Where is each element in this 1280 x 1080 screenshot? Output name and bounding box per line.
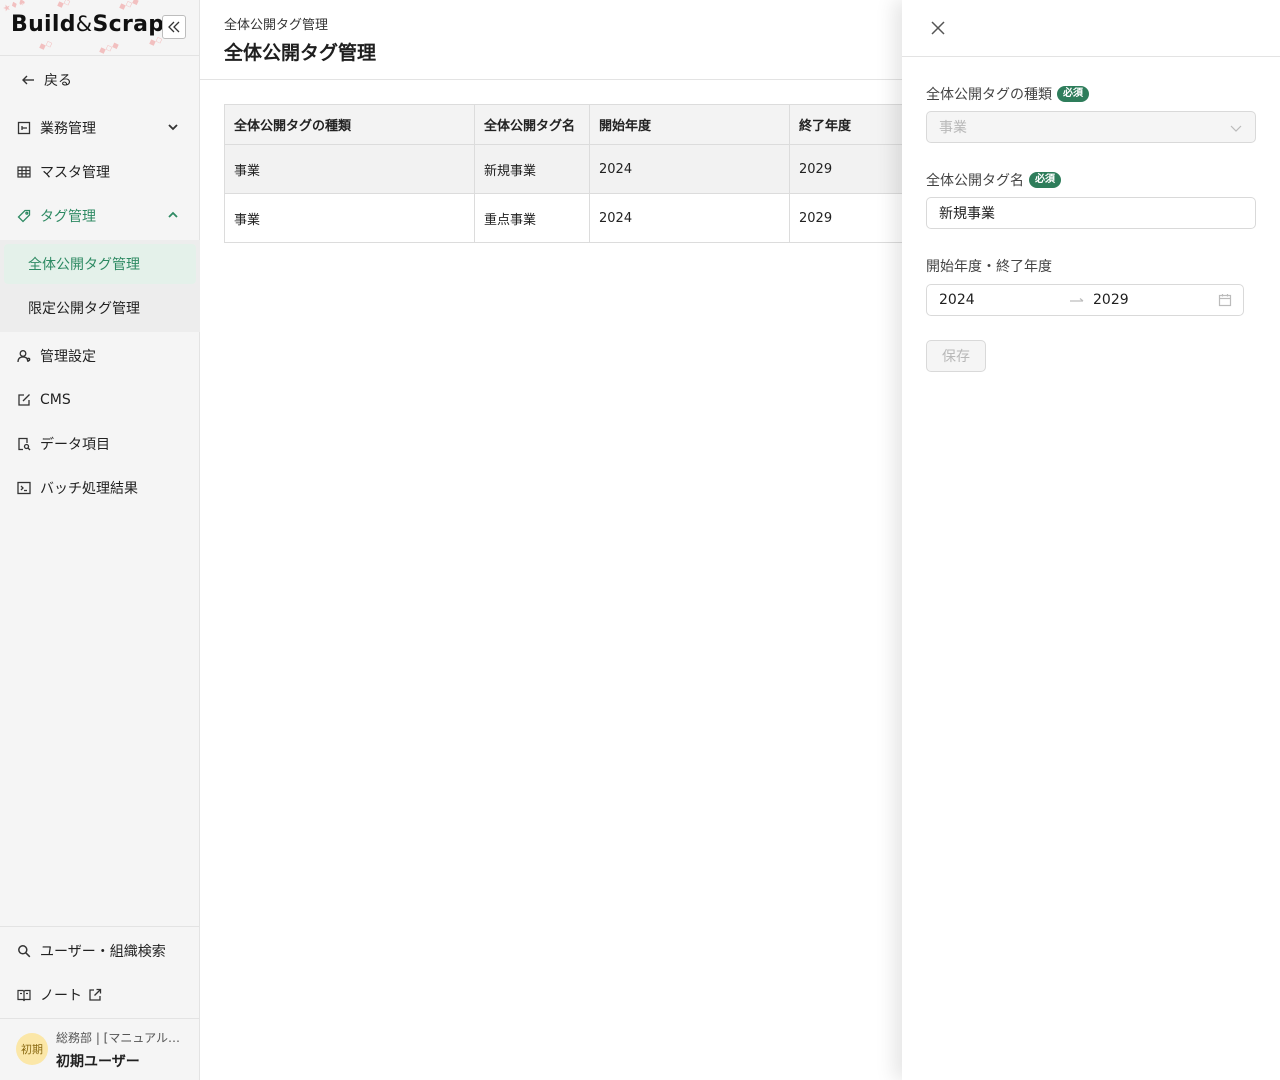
table-cell: 新規事業 (474, 144, 590, 194)
sidebar-collapse-button[interactable] (162, 15, 186, 39)
field-label-text: 開始年度・終了年度 (926, 259, 1052, 275)
sidebar-item-user-search[interactable]: ユーザー・組織検索 (0, 929, 200, 973)
close-icon (931, 21, 945, 35)
avatar: 初期 (16, 1033, 48, 1065)
user-profile[interactable]: 初期 総務部 | [マニュアル用] 初期ユーザー (0, 1019, 200, 1080)
save-button[interactable]: 保存 (926, 340, 986, 372)
chevron-down-icon (166, 120, 180, 134)
sub-item-label: 限定公開タグ管理 (28, 301, 140, 317)
column-header-end-year[interactable]: 終了年度 (789, 104, 910, 145)
sidebar-item-public-tags[interactable]: 全体公開タグ管理 (4, 244, 196, 284)
drawer-header (902, 0, 1280, 57)
sidebar-divider (0, 926, 200, 927)
back-label: 戻る (44, 73, 72, 89)
logo-area: ★♦♠ ◆◇ ◆◇◆ ◆◇ ◆◇◆ ◆◇ Build&Scrap (0, 0, 199, 56)
sidebar-item-label: 管理設定 (40, 349, 96, 365)
required-badge: 必須 (1029, 172, 1061, 188)
column-header-start-year[interactable]: 開始年度 (589, 104, 790, 145)
clipboard-icon (16, 120, 32, 136)
end-year-input[interactable]: 2029 (1093, 292, 1129, 308)
table-cell: 事業 (224, 193, 475, 243)
table-cell: 2029 (789, 144, 910, 194)
sidebar-item-limited-tags[interactable]: 限定公開タグ管理 (4, 288, 196, 328)
table-cell: 2029 (789, 193, 910, 243)
edit-tag-drawer: 全体公開タグの種類 必須 事業 全体公開タグ名 必須 新規事業 開始年度・終了年… (902, 0, 1280, 1080)
tag-name-label: 全体公開タグ名 必須 (926, 170, 1061, 190)
sidebar-item-label: バッチ処理結果 (40, 481, 138, 497)
arrow-right-icon (1069, 294, 1085, 306)
table-row[interactable]: 事業 重点事業 2024 2029 (224, 193, 910, 243)
sidebar-item-admin-settings[interactable]: 管理設定 (0, 334, 200, 378)
column-header-tag-type[interactable]: 全体公開タグの種類 (224, 104, 475, 145)
field-label-text: 全体公開タグ名 (926, 173, 1024, 189)
table-icon (16, 164, 32, 180)
user-cog-icon (16, 348, 32, 364)
year-range-picker[interactable]: 2024 2029 (926, 284, 1244, 316)
table-cell: 2024 (589, 144, 790, 194)
user-name: 初期ユーザー (56, 1054, 140, 1070)
column-header-tag-name[interactable]: 全体公開タグ名 (474, 104, 590, 145)
arrow-left-icon (20, 72, 36, 88)
sidebar-item-label: データ項目 (40, 437, 110, 453)
sidebar-item-note[interactable]: ノート (0, 973, 200, 1017)
calendar-icon (1218, 293, 1232, 307)
tag-type-select[interactable]: 事業 (926, 111, 1256, 143)
select-value: 事業 (939, 120, 967, 136)
back-link[interactable]: 戻る (0, 58, 200, 102)
chevron-up-icon (166, 208, 180, 222)
tag-icon (16, 208, 32, 224)
breadcrumb[interactable]: 全体公開タグ管理 (224, 14, 328, 33)
terminal-icon (16, 480, 32, 496)
tag-name-input[interactable]: 新規事業 (926, 197, 1256, 229)
close-button[interactable] (928, 18, 948, 38)
sidebar-item-data-fields[interactable]: データ項目 (0, 422, 200, 466)
chevron-down-icon (1229, 121, 1243, 135)
sidebar-item-label: マスタ管理 (40, 165, 110, 181)
table-row[interactable]: 事業 新規事業 2024 2029 (224, 144, 910, 194)
field-label-text: 全体公開タグの種類 (926, 87, 1052, 103)
public-tag-table: 全体公開タグの種類 全体公開タグ名 開始年度 終了年度 事業 新規事業 2024… (224, 104, 910, 243)
sidebar-item-label: タグ管理 (40, 209, 96, 225)
document-search-icon (16, 436, 32, 452)
table-cell: 2024 (589, 193, 790, 243)
sidebar-item-label: CMS (40, 392, 71, 408)
external-link-icon (88, 988, 102, 1002)
sidebar: ★♦♠ ◆◇ ◆◇◆ ◆◇ ◆◇◆ ◆◇ Build&Scrap 戻る 業務管理 (0, 0, 200, 1080)
sidebar-item-label: ノート (40, 988, 82, 1004)
period-label: 開始年度・終了年度 (926, 256, 1052, 276)
svg-text:◆◇◆: ◆◇◆ (98, 40, 121, 56)
svg-text:◆◇: ◆◇ (38, 39, 55, 53)
required-badge: 必須 (1057, 86, 1089, 102)
sidebar-item-business[interactable]: 業務管理 (0, 106, 200, 150)
page-title: 全体公開タグ管理 (224, 42, 377, 64)
input-value: 新規事業 (939, 206, 995, 222)
sidebar-item-batch-results[interactable]: バッチ処理結果 (0, 466, 200, 510)
edit-icon (16, 392, 32, 408)
book-icon (16, 987, 32, 1003)
sidebar-item-cms[interactable]: CMS (0, 378, 200, 422)
table-cell: 重点事業 (474, 193, 590, 243)
svg-text:◆◇: ◆◇ (56, 0, 73, 11)
user-department: 総務部 | [マニュアル用] (56, 1031, 184, 1045)
search-icon (16, 943, 32, 959)
sidebar-item-label: 業務管理 (40, 121, 96, 137)
start-year-input[interactable]: 2024 (939, 292, 975, 308)
table-header-row: 全体公開タグの種類 全体公開タグ名 開始年度 終了年度 (224, 104, 910, 145)
sidebar-item-master[interactable]: マスタ管理 (0, 150, 200, 194)
svg-text:◆◇◆: ◆◇◆ (118, 0, 141, 13)
sidebar-item-tags[interactable]: タグ管理 (0, 194, 200, 238)
sub-item-label: 全体公開タグ管理 (28, 257, 140, 273)
tag-submenu: 全体公開タグ管理 限定公開タグ管理 (0, 240, 200, 332)
tag-type-label: 全体公開タグの種類 必須 (926, 84, 1089, 104)
table-cell: 事業 (224, 144, 475, 194)
sidebar-item-label: ユーザー・組織検索 (40, 944, 166, 960)
app-logo[interactable]: Build&Scrap (11, 12, 164, 37)
double-chevron-left-icon (168, 21, 180, 33)
